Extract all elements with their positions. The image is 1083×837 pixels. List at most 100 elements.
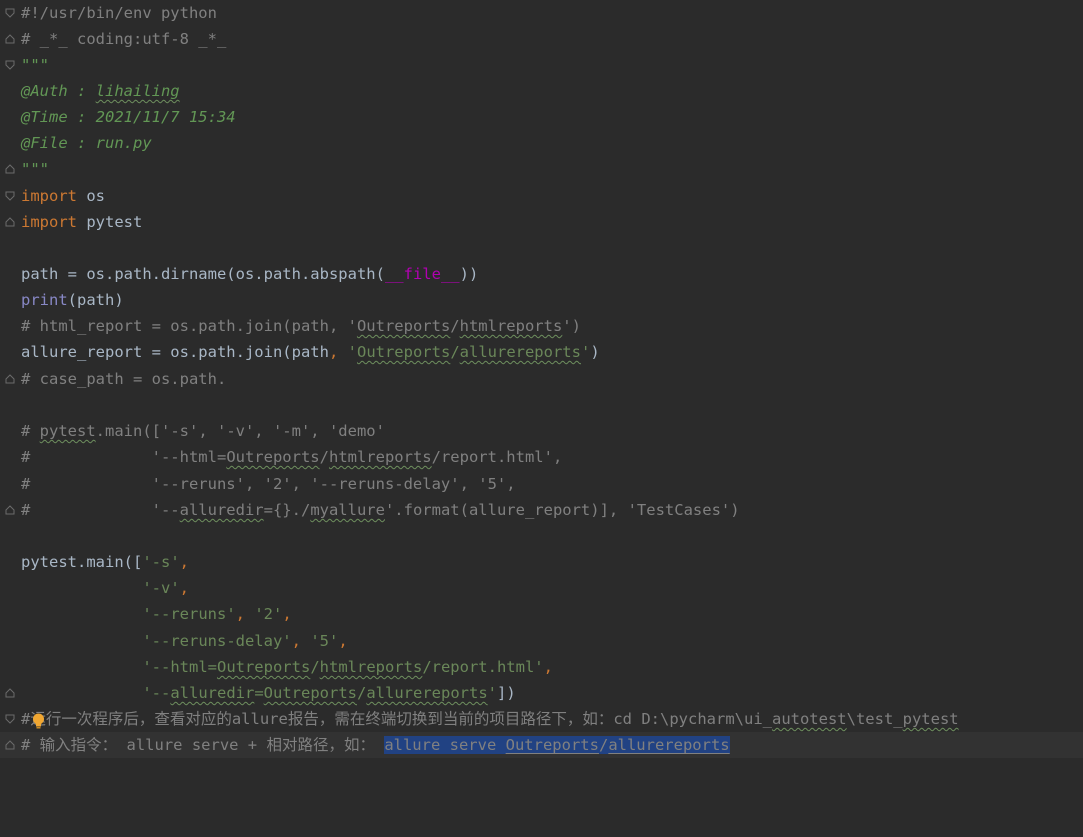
comment-typo: htmlreports <box>459 317 563 335</box>
arg-string: '5' <box>310 632 339 650</box>
close-bracket: ]) <box>497 684 516 702</box>
fold-end-icon[interactable] <box>5 164 15 174</box>
coding-comment: # _*_ coding:utf-8 _*_ <box>21 30 227 48</box>
code-line-22[interactable]: pytest.main(['-s', <box>0 549 1083 575</box>
string-typo: htmlreports <box>319 658 423 676</box>
code-line-1[interactable]: #!/usr/bin/env python <box>0 0 1083 26</box>
comment-text: ') <box>562 317 581 335</box>
path-close: )) <box>459 265 479 283</box>
fold-end-icon[interactable] <box>5 740 15 750</box>
shebang-comment: #!/usr/bin/env python <box>21 4 217 22</box>
code-line-19[interactable]: # '--reruns', '2', '--reruns-delay', '5'… <box>0 471 1083 497</box>
pytest-main-call: pytest.main([ <box>21 553 143 571</box>
string-typo: Outreports <box>216 658 311 676</box>
code-line-29-current[interactable]: # 输入指令： allure serve + 相对路径，如： allure se… <box>0 732 1083 759</box>
comma: , <box>179 553 189 571</box>
fold-end-icon[interactable] <box>5 688 15 698</box>
code-line-13[interactable]: # html_report = os.path.join(path, 'Outr… <box>0 313 1083 339</box>
comment-typo: Outreports <box>356 317 451 335</box>
code-line-12[interactable]: print(path) <box>0 287 1083 313</box>
code-line-2[interactable]: # _*_ coding:utf-8 _*_ <box>0 26 1083 52</box>
code-line-26[interactable]: '--html=Outreports/htmlreports/report.ht… <box>0 654 1083 680</box>
code-line-24[interactable]: '--reruns', '2', <box>0 601 1083 627</box>
doc-time: @Time : 2021/11/7 15:34 <box>21 108 236 126</box>
code-line-3[interactable]: """ <box>0 52 1083 78</box>
arg-string: '-- <box>142 684 171 702</box>
fold-end-icon[interactable] <box>5 505 15 515</box>
string-typo: Outreports <box>263 684 357 702</box>
string-quote: ' <box>487 684 498 702</box>
string-typo: Outreports <box>356 343 451 361</box>
docstring-close: """ <box>21 160 49 178</box>
fold-start-icon[interactable] <box>5 8 15 18</box>
code-line-25[interactable]: '--reruns-delay', '5', <box>0 628 1083 654</box>
code-line-23[interactable]: '-v', <box>0 575 1083 601</box>
code-line-18[interactable]: # '--html=Outreports/htmlreports/report.… <box>0 444 1083 470</box>
code-line-27[interactable]: '--alluredir=Outreports/allurereports']) <box>0 680 1083 706</box>
comment-typo: alluredir <box>179 501 264 519</box>
comma: , <box>328 343 339 361</box>
comment-typo: htmlreports <box>328 448 432 466</box>
allure-assign: allure_report = os.path.join(path <box>21 343 329 361</box>
comment-text: 运行一次程序后，查看对应的allure报告，需在终端切换到当前的项目路径下，如：… <box>30 710 772 728</box>
code-line-4[interactable]: @Auth : lihailing <box>0 78 1083 104</box>
import-keyword: import <box>21 187 77 205</box>
fold-end-icon[interactable] <box>5 374 15 384</box>
fold-end-icon[interactable] <box>5 34 15 44</box>
comment-text: /report.html', <box>431 448 563 466</box>
code-line-17[interactable]: # pytest.main(['-s', '-v', '-m', 'demo' <box>0 418 1083 444</box>
string-slash: / <box>310 658 320 676</box>
string-typo: alluredir <box>170 684 255 702</box>
code-line-9[interactable]: import pytest <box>0 209 1083 235</box>
fold-end-icon[interactable] <box>5 217 15 227</box>
arg-string: '--reruns' <box>142 605 236 623</box>
string-slash: / <box>450 343 460 361</box>
print-args: (path) <box>67 291 124 309</box>
code-line-8[interactable]: import os <box>0 183 1083 209</box>
lightbulb-icon[interactable] <box>32 711 45 729</box>
dunder-file: __file__ <box>384 265 460 283</box>
arg-string: '--reruns-delay' <box>142 632 292 650</box>
selected-text: Outreports <box>505 736 599 754</box>
selected-text: allure serve <box>384 736 506 754</box>
comment-text: \test_ <box>846 710 903 728</box>
code-line-14[interactable]: allure_report = os.path.join(path, 'Outr… <box>0 339 1083 365</box>
comment-typo: pytest <box>39 422 96 440</box>
import-module: os <box>77 187 105 205</box>
string-quote: ' <box>347 343 357 361</box>
arg-string: '--html= <box>142 658 217 676</box>
comment-typo: myallure <box>310 501 385 519</box>
doc-file: @File : run.py <box>21 134 152 152</box>
comment-text: ={}./ <box>263 501 311 519</box>
fold-start-icon[interactable] <box>5 714 15 724</box>
comma: , <box>179 579 189 597</box>
fold-start-icon[interactable] <box>5 60 15 70</box>
import-keyword: import <box>21 213 77 231</box>
code-line-7[interactable]: """ <box>0 156 1083 182</box>
comment-text: # html_report = os.path.join(path, ' <box>21 317 357 335</box>
code-line-20[interactable]: # '--alluredir={}./myallure'.format(allu… <box>0 497 1083 523</box>
comment-text: # '--html= <box>21 448 227 466</box>
comma: , <box>543 658 553 676</box>
comma: , <box>338 632 348 650</box>
selected-text: allurereports <box>608 736 730 754</box>
comment-text: / <box>450 317 460 335</box>
comment-hash: # <box>21 710 31 728</box>
code-line-5[interactable]: @Time : 2021/11/7 15:34 <box>0 104 1083 130</box>
fold-start-icon[interactable] <box>5 191 15 201</box>
comment-typo: autotest <box>771 710 847 728</box>
comment-typo: Outreports <box>226 448 320 466</box>
code-line-28[interactable]: #运行一次程序后，查看对应的allure报告，需在终端切换到当前的项目路径下，如… <box>0 706 1083 732</box>
code-line-6[interactable]: @File : run.py <box>0 130 1083 156</box>
code-line-11[interactable]: path = os.path.dirname(os.path.abspath(_… <box>0 261 1083 287</box>
text-selection[interactable]: allure serve Outreports/allurereports <box>384 736 730 754</box>
code-editor[interactable]: #!/usr/bin/env python # _*_ coding:utf-8… <box>0 0 1083 811</box>
comment-text: # 输入指令： allure serve + 相对路径，如： <box>21 736 385 754</box>
code-line-15[interactable]: # case_path = os.path. <box>0 366 1083 392</box>
arg-string: '-v' <box>142 579 180 597</box>
string-typo: allurereports <box>459 343 581 361</box>
